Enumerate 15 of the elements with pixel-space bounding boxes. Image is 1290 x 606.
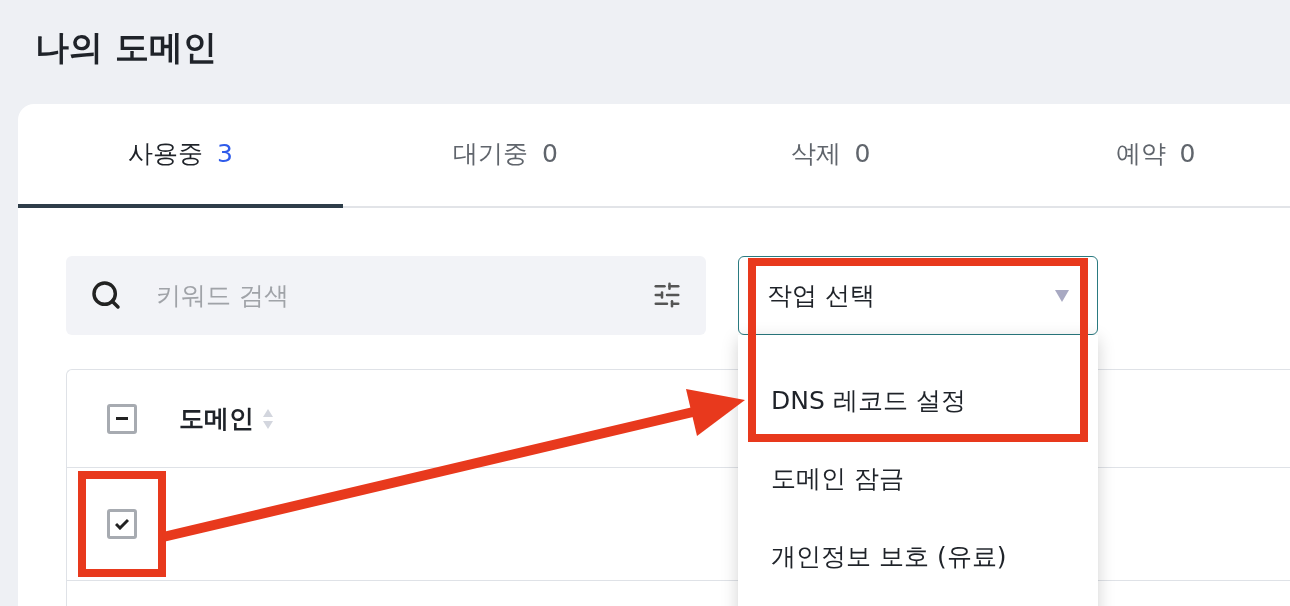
check-icon (115, 518, 129, 530)
filter-icon[interactable] (652, 280, 682, 310)
tab[interactable]: 대기중 0 (343, 104, 668, 208)
search-field[interactable]: 키워드 검색 (66, 256, 706, 335)
caret-icon (1055, 289, 1069, 302)
menu-item[interactable]: 개인정보 보호 (유료) (738, 518, 1098, 596)
column-header[interactable]: 도메인 (179, 399, 254, 438)
menu-item[interactable]: 도메인 잠금 (738, 440, 1098, 518)
select-all-checkbox[interactable] (107, 403, 137, 434)
tab[interactable]: 삭제 0 (668, 104, 993, 208)
tab[interactable]: 사용중 3 (18, 104, 343, 208)
search-icon (90, 279, 122, 311)
page-title: 나의 도메인 (35, 27, 217, 67)
tab[interactable]: 예약 0 (993, 104, 1290, 208)
row-checkbox[interactable] (107, 509, 137, 539)
